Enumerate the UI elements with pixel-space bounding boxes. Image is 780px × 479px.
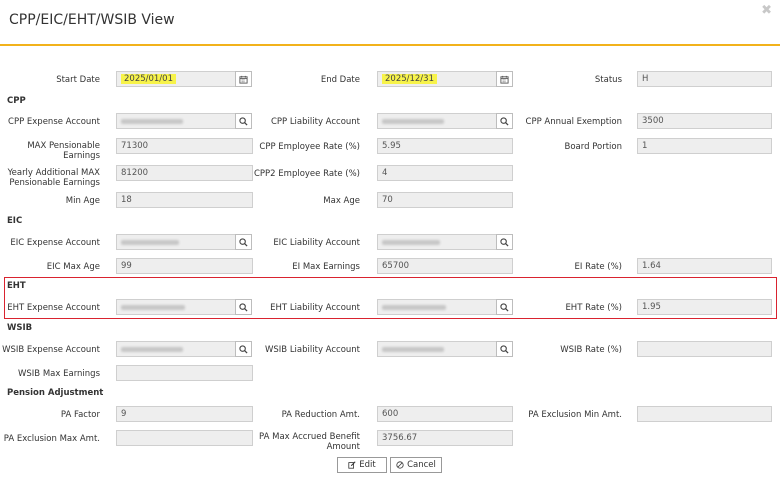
section-eht: EHT — [7, 281, 26, 291]
search-icon[interactable] — [496, 299, 513, 315]
cpp-annual-exemption-field: 3500 — [637, 113, 772, 129]
section-wsib: WSIB — [7, 323, 33, 333]
status-label: Status — [594, 75, 622, 85]
cpp-annual-exemption-label: CPP Annual Exemption — [525, 117, 622, 127]
wsib-max-earnings-label: WSIB Max Earnings — [18, 369, 100, 379]
pa-exclusion-max-amt-label: PA Exclusion Max Amt. — [3, 434, 100, 444]
max-age-label: Max Age — [323, 196, 360, 206]
edit-icon — [348, 461, 356, 469]
pa-exclusion-min-amt-label: PA Exclusion Min Amt. — [528, 410, 622, 420]
pa-reduction-amt-field: 600 — [377, 406, 513, 422]
edit-button[interactable]: Edit — [337, 457, 387, 473]
calendar-icon[interactable] — [235, 71, 252, 87]
pa-reduction-amt-label: PA Reduction Amt. — [281, 410, 360, 420]
calendar-icon[interactable] — [496, 71, 513, 87]
search-icon[interactable] — [496, 234, 513, 250]
ei-max-earnings-field: 65700 — [377, 258, 513, 274]
cancel-icon — [396, 461, 404, 469]
eic-expense-account-label: EIC Expense Account — [10, 238, 100, 248]
section-eic: EIC — [7, 216, 23, 226]
wsib-liability-account-field[interactable] — [377, 341, 497, 357]
modal-title: CPP/EIC/EHT/WSIB View — [9, 12, 175, 28]
section-cpp: CPP — [7, 96, 26, 106]
cpp-expense-account-field[interactable] — [116, 113, 236, 129]
eic-expense-account-field[interactable] — [116, 234, 236, 250]
eht-expense-account-label: EHT Expense Account — [7, 303, 100, 313]
wsib-expense-account-label: WSIB Expense Account — [2, 345, 100, 355]
cpp-employee-rate-label: CPP Employee Rate (%) — [259, 142, 360, 152]
pa-max-accrued-benefit-field: 3756.67 — [377, 430, 513, 446]
max-pensionable-earnings-field: 71300 — [116, 138, 253, 154]
max-age-field: 70 — [377, 192, 513, 208]
max-pensionable-earnings-label: MAX Pensionable Earnings — [27, 141, 100, 161]
pa-factor-field: 9 — [116, 406, 253, 422]
cpp-employee-rate-field: 5.95 — [377, 138, 513, 154]
eht-expense-account-field[interactable] — [116, 299, 236, 315]
section-pension-adjustment: Pension Adjustment — [7, 388, 104, 398]
eic-liability-account-field[interactable] — [377, 234, 497, 250]
ei-max-earnings-label: EI Max Earnings — [292, 262, 360, 272]
cancel-button[interactable]: Cancel — [390, 457, 442, 473]
cpp-expense-account-label: CPP Expense Account — [8, 117, 100, 127]
cpp-liability-account-field[interactable] — [377, 113, 497, 129]
eic-max-age-label: EIC Max Age — [46, 262, 100, 272]
modal-header: CPP/EIC/EHT/WSIB View ✖ — [0, 0, 780, 46]
start-date-label: Start Date — [56, 75, 100, 85]
cpp-liability-account-label: CPP Liability Account — [270, 117, 360, 127]
min-age-field: 18 — [116, 192, 253, 208]
end-date-label: End Date — [320, 75, 360, 85]
yearly-additional-max-label: Yearly Additional MAX Pensionable Earning… — [7, 168, 100, 188]
search-icon[interactable] — [496, 341, 513, 357]
end-date-field[interactable]: 2025/12/31 — [377, 71, 497, 87]
eht-rate-field: 1.95 — [637, 299, 772, 315]
ei-rate-label: EI Rate (%) — [574, 262, 622, 272]
search-icon[interactable] — [496, 113, 513, 129]
wsib-liability-account-label: WSIB Liability Account — [264, 345, 360, 355]
board-portion-label: Board Portion — [564, 142, 622, 152]
eic-max-age-field: 99 — [116, 258, 253, 274]
pa-exclusion-min-amt-field[interactable] — [637, 406, 772, 422]
cancel-button-label: Cancel — [407, 460, 436, 470]
start-date-field[interactable]: 2025/01/01 — [116, 71, 236, 87]
edit-button-label: Edit — [359, 460, 376, 470]
status-field: H — [637, 71, 772, 87]
wsib-expense-account-field[interactable] — [116, 341, 236, 357]
pa-factor-label: PA Factor — [60, 410, 100, 420]
cpp2-employee-rate-label: CPP2 Employee Rate (%) — [254, 169, 360, 179]
cpp2-employee-rate-field: 4 — [377, 165, 513, 181]
board-portion-field: 1 — [637, 138, 772, 154]
close-icon[interactable]: ✖ — [761, 3, 772, 18]
yearly-additional-max-field: 81200 — [116, 165, 253, 181]
wsib-rate-field[interactable] — [637, 341, 772, 357]
eic-liability-account-label: EIC Liability Account — [273, 238, 360, 248]
ei-rate-field: 1.64 — [637, 258, 772, 274]
eht-liability-account-field[interactable] — [377, 299, 497, 315]
eht-liability-account-label: EHT Liability Account — [270, 303, 360, 313]
eht-rate-label: EHT Rate (%) — [565, 303, 622, 313]
pa-max-accrued-benefit-label: PA Max Accrued Benefit Amount — [259, 432, 360, 452]
wsib-rate-label: WSIB Rate (%) — [560, 345, 622, 355]
min-age-label: Min Age — [65, 196, 100, 206]
wsib-max-earnings-field[interactable] — [116, 365, 253, 381]
pa-exclusion-max-amt-field[interactable] — [116, 430, 253, 446]
